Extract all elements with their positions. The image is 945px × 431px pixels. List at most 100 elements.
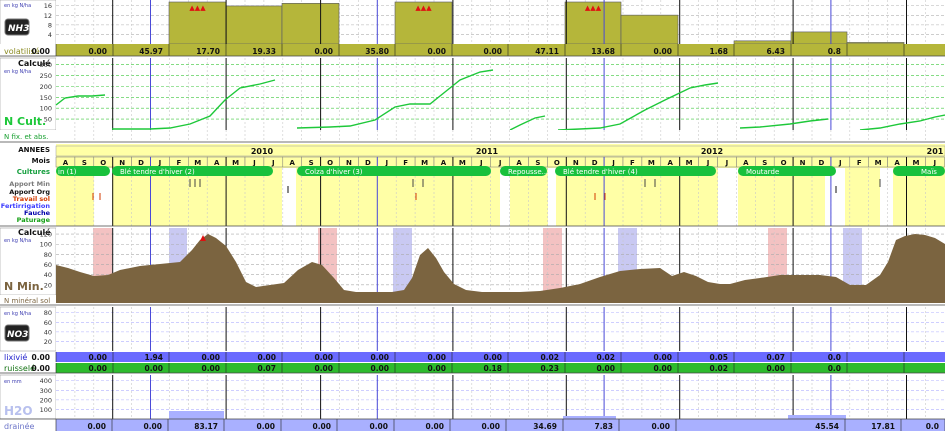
axis-tick-label: 300 (40, 61, 52, 69)
value-cell: 0.00 (596, 364, 615, 373)
value-cell: 0.00 (201, 364, 220, 373)
axis-tick-label: 16 (44, 2, 52, 10)
value-cell: 0.00 (766, 364, 785, 373)
month-label: J (252, 159, 256, 167)
value-row-label: ruisselé (4, 363, 35, 373)
month-label: M (875, 159, 882, 167)
nh3-icon-text: NH3 (8, 24, 29, 34)
nh3-bar (846, 42, 905, 45)
month-label: M (421, 159, 428, 167)
axis-tick-label: 4 (48, 31, 52, 39)
month-label: J (706, 159, 710, 167)
year-label: 201 (927, 147, 944, 156)
value-cell: 13.68 (591, 47, 615, 56)
crop-label: Maïs (921, 168, 937, 176)
month-label: J (384, 159, 388, 167)
axis-tick-label: 250 (40, 72, 52, 80)
value-cell: 0.00 (31, 353, 50, 362)
crop-label: Moutarde (746, 168, 779, 176)
calendar-gap (500, 168, 510, 226)
value-cell: 0.00 (425, 422, 444, 431)
no3-chart-area (56, 307, 945, 351)
axis-tick-label: 60 (44, 319, 52, 327)
year-label: 2011 (476, 147, 499, 156)
month-label: F (176, 159, 181, 167)
value-cell: 0.02 (540, 353, 559, 362)
month-label: J (498, 159, 502, 167)
month-label: A (63, 159, 69, 167)
month-label: A (668, 159, 674, 167)
value-cell: 0.00 (427, 47, 446, 56)
value-cell: 83.17 (194, 422, 218, 431)
month-label: M (912, 159, 919, 167)
value-cell: 0.00 (312, 422, 331, 431)
h2o-row-label: drainée (4, 421, 34, 431)
calendar-row-label: Cultures (17, 168, 50, 176)
h2o-value-bar (56, 419, 945, 431)
axis-tick-label: 120 (40, 231, 52, 239)
month-label: M (194, 159, 201, 167)
month-label: M (232, 159, 239, 167)
axis-tick-label: 100 (40, 105, 52, 113)
value-cell: 0.07 (766, 353, 785, 362)
value-cell: 0.00 (314, 364, 333, 373)
month-label: A (743, 159, 749, 167)
value-cell: 0.00 (201, 353, 220, 362)
value-cell: 0.00 (653, 364, 672, 373)
calendar-gap (282, 168, 296, 226)
value-cell: 0.02 (709, 364, 728, 373)
month-label: S (535, 159, 540, 167)
crop-band[interactable] (893, 166, 945, 176)
nh3-bar (281, 3, 340, 45)
drainage-bar (169, 411, 224, 419)
value-cell: 0.0 (926, 422, 939, 431)
nmin-label: N Min. (4, 280, 44, 293)
month-label: F (403, 159, 408, 167)
month-label: A (516, 159, 522, 167)
axis-tick-label: 20 (44, 281, 52, 289)
month-label: D (592, 159, 598, 167)
calendar-gap (825, 168, 845, 226)
volatilization-marker: ▲▲▲ (415, 4, 432, 12)
calendar-row-label: Apport Min (9, 180, 50, 188)
month-label: D (138, 159, 144, 167)
month-label: S (82, 159, 87, 167)
month-label: A (894, 159, 900, 167)
value-cell: 0.00 (653, 47, 672, 56)
month-label: O (781, 159, 787, 167)
value-cell: 34.69 (533, 422, 557, 431)
ncult-row-label: N fix. et abs. (4, 133, 48, 141)
value-cell: 0.00 (144, 364, 163, 373)
value-cell: 0.00 (427, 364, 446, 373)
value-row-label: lixivié (4, 352, 27, 362)
month-label: J (611, 159, 615, 167)
crop-label: Blé tendre d'hiver (4) (563, 168, 638, 176)
month-label: O (327, 159, 333, 167)
value-cell: 1.68 (709, 47, 728, 56)
value-cell: 0.00 (31, 47, 50, 56)
crop-label: Repousse... (508, 168, 548, 176)
nmin-value-bar (56, 295, 945, 303)
axis-tick-label: 40 (44, 271, 52, 279)
axis-tick-label: 100 (40, 406, 52, 414)
axis-tick-label: 40 (44, 328, 52, 336)
value-cell: 0.00 (143, 422, 162, 431)
calendar-gap (880, 168, 893, 226)
calendar-row-label: ANNEES (18, 146, 50, 154)
month-label: N (573, 159, 579, 167)
value-cell: 0.00 (481, 422, 500, 431)
nh3-unit: en kg N/ha (4, 3, 31, 9)
value-cell: 7.83 (594, 422, 613, 431)
axis-tick-label: 80 (44, 309, 52, 317)
nh3-bar (225, 5, 283, 45)
month-label: S (309, 159, 314, 167)
month-label: A (441, 159, 447, 167)
year-label: 2010 (251, 147, 274, 156)
axis-tick-label: 12 (44, 12, 52, 20)
value-cell: 0.00 (653, 353, 672, 362)
value-cell: 17.70 (196, 47, 220, 56)
ncult-unit: en kg N/ha (4, 69, 31, 75)
nmin-row-label: N minéral sol (4, 297, 50, 305)
month-label: A (214, 159, 220, 167)
syst-n-timeline-screen: en kg N/ha NH3 16 12 8 4 ▲▲▲ ▲▲▲ ▲▲▲ volatilisé 0.… (0, 0, 945, 431)
